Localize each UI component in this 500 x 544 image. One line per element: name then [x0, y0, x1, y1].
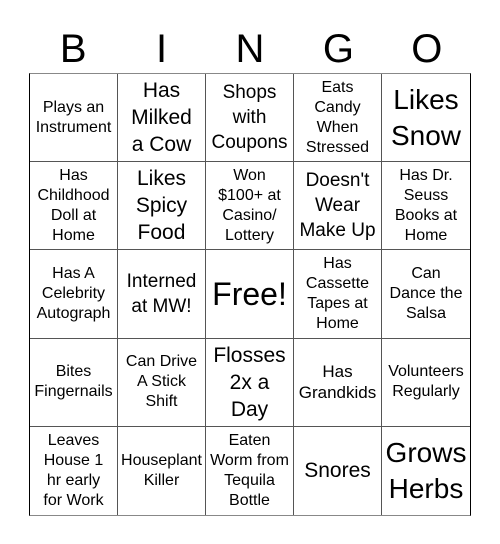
bingo-cell[interactable]: Has Milked a Cow	[118, 74, 206, 163]
bingo-cell[interactable]: Has A Celebrity Autograph	[30, 250, 118, 339]
bingo-cell[interactable]: Has Dr. Seuss Books at Home	[382, 162, 470, 251]
cell-text: Can Drive A Stick Shift	[125, 353, 198, 411]
bingo-cell[interactable]: Grows Herbs	[382, 427, 470, 515]
bingo-grid: Plays an Instrument Has Milked a Cow Sho…	[29, 73, 471, 516]
bingo-cell[interactable]: Houseplant Killer	[118, 426, 206, 515]
cell-text: Has A Celebrity Autograph	[36, 264, 111, 322]
bingo-cell[interactable]: Bites Fingernails	[30, 338, 118, 427]
cell-text: Flosses 2x a Day	[213, 343, 286, 421]
bingo-header: B I N G O	[29, 20, 471, 73]
bingo-cell[interactable]: Volunteers Regularly	[382, 339, 470, 427]
cell-text: Shops with Coupons	[211, 82, 288, 154]
cell-text: Doesn't Wear Make Up	[299, 170, 376, 242]
header-letter-g: G	[322, 27, 354, 71]
cell-text: Can Dance the Salsa	[389, 264, 463, 322]
cell-text: Volunteers Regularly	[388, 363, 464, 401]
cell-text: Grows Herbs	[385, 436, 467, 504]
bingo-cell[interactable]: Eats Candy When Stressed	[294, 74, 382, 163]
cell-text: Free!	[212, 275, 287, 312]
header-letter-o: O	[411, 27, 443, 71]
cell-text: Has Grandkids	[298, 362, 377, 403]
bingo-cell[interactable]: Flosses 2x a Day	[206, 338, 294, 427]
cell-text: Houseplant Killer	[121, 451, 202, 489]
cell-text: Snores	[304, 459, 371, 483]
bingo-cell[interactable]: Has Grandkids	[294, 338, 382, 427]
header-letter-b: B	[59, 27, 87, 71]
bingo-cell[interactable]: Interned at MW!	[118, 250, 206, 339]
bingo-cell[interactable]: Eaten Worm from Tequila Bottle	[206, 426, 294, 515]
cell-text: Interned at MW!	[126, 270, 197, 317]
cell-text: Has Dr. Seuss Books at Home	[394, 166, 458, 244]
cell-text: Plays an Instrument	[35, 98, 112, 136]
bingo-cell[interactable]: Likes Snow	[382, 74, 470, 163]
cell-text: Eats Candy When Stressed	[305, 78, 370, 156]
bingo-cell[interactable]: Plays an Instrument	[30, 74, 118, 163]
header-letter-n: N	[235, 27, 265, 71]
cell-text: Leaves House 1 hr early for Work	[43, 431, 104, 509]
cell-text: Likes Snow	[390, 83, 462, 151]
cell-text: Won $100+ at Casino/ Lottery	[218, 166, 281, 244]
bingo-cell[interactable]: Can Drive A Stick Shift	[118, 338, 206, 427]
cell-text: Bites Fingernails	[34, 363, 113, 401]
cell-text: Has Cassette Tapes at Home	[305, 254, 370, 332]
bingo-cell[interactable]: Doesn't Wear Make Up	[294, 162, 382, 251]
cell-text: Has Milked a Cow	[131, 79, 192, 157]
header-letter-i: I	[156, 27, 168, 71]
bingo-cell[interactable]: Snores	[294, 426, 382, 515]
bingo-cell[interactable]: Leaves House 1 hr early for Work	[30, 426, 118, 515]
cell-text: Eaten Worm from Tequila Bottle	[210, 431, 289, 509]
cell-text: Has Childhood Doll at Home	[37, 166, 110, 244]
bingo-cell[interactable]: Has Childhood Doll at Home	[30, 162, 118, 251]
cell-text: Likes Spicy Food	[135, 167, 188, 245]
free-space[interactable]: Free!	[206, 250, 294, 339]
bingo-cell[interactable]: Shops with Coupons	[206, 74, 294, 163]
bingo-cell[interactable]: Has Cassette Tapes at Home	[294, 250, 382, 339]
bingo-cell[interactable]: Won $100+ at Casino/ Lottery	[206, 162, 294, 251]
bingo-cell[interactable]: Likes Spicy Food	[118, 162, 206, 251]
bingo-cell[interactable]: Can Dance the Salsa	[382, 250, 470, 339]
